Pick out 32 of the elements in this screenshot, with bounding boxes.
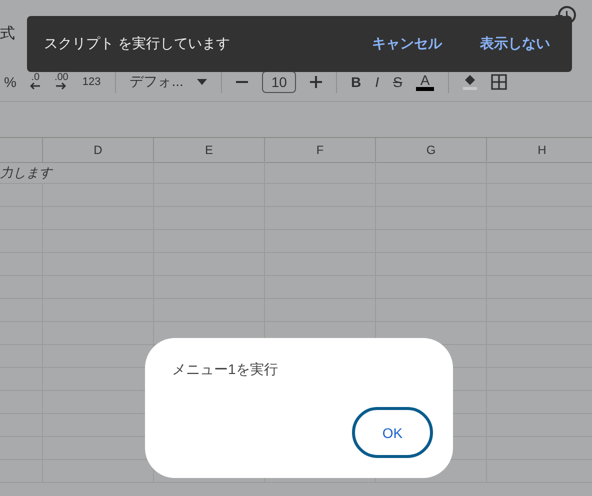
menu-item[interactable]: 式 — [0, 24, 15, 43]
font-select[interactable]: デフォ... — [130, 72, 184, 90]
column-header[interactable]: E — [154, 138, 265, 163]
snackbar-action[interactable]: 表示しない — [480, 31, 550, 57]
dialog-message: メニュー1を実行 — [172, 361, 279, 379]
italic-button[interactable]: I — [375, 74, 379, 90]
column-header[interactable]: F — [265, 138, 376, 163]
left-arrow-icon — [30, 82, 40, 90]
percent-format-button[interactable]: % — [4, 74, 16, 90]
bold-button[interactable]: B — [350, 74, 362, 90]
right-arrow-icon — [56, 82, 66, 90]
caret-icon[interactable] — [197, 78, 208, 84]
snackbar-action[interactable]: キャンセル — [372, 31, 442, 57]
table-cell[interactable] — [376, 161, 487, 184]
column-header[interactable]: H — [487, 138, 592, 163]
cell-text: 力します — [0, 164, 52, 182]
ok-button[interactable]: OK — [352, 407, 433, 458]
table-cell[interactable] — [265, 161, 376, 184]
table-cell[interactable]: 力します — [0, 161, 154, 184]
column-header[interactable]: D — [43, 138, 154, 163]
column-header[interactable]: G — [376, 138, 487, 163]
increase-decimal-label[interactable]: .00 — [54, 73, 68, 82]
table-cell[interactable] — [43, 322, 154, 345]
table-cell[interactable] — [154, 161, 265, 184]
decrease-decimal-label[interactable]: .0 — [31, 73, 40, 82]
plus-icon[interactable] — [310, 76, 322, 88]
paint-bucket-icon[interactable] — [462, 74, 477, 90]
strikethrough-button[interactable]: S — [392, 74, 402, 90]
number-format-button[interactable]: 123 — [82, 76, 101, 88]
minus-icon[interactable] — [236, 80, 248, 82]
borders-icon[interactable] — [490, 74, 507, 90]
snackbar-message: スクリプト を実行しています — [44, 35, 231, 53]
